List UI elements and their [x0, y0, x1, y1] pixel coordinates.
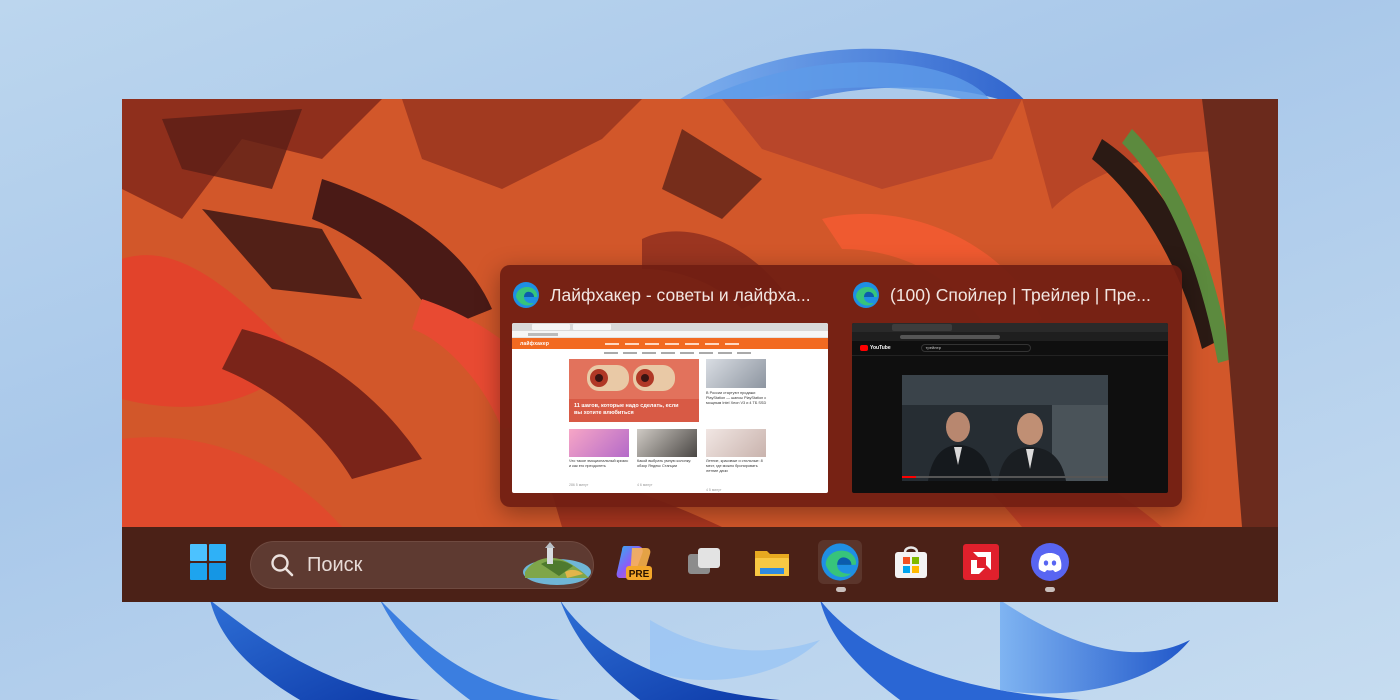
- amd-icon: [963, 544, 999, 580]
- hero-caption: 11 шагов, которые надо сделать, если вы …: [574, 403, 679, 416]
- article-card: Какой выбрать умную колонку: обзор Яндек…: [637, 429, 697, 487]
- taskbar: Поиск PRE: [122, 527, 1278, 602]
- folder-icon: [755, 551, 789, 576]
- article-card: Что такое эмоциональный кризис и как его…: [569, 429, 629, 487]
- video-frame: [902, 375, 1108, 481]
- youtube-search-field: трейлер: [920, 344, 1031, 352]
- task-view-icon: [688, 548, 720, 574]
- card-text: Какой выбрать умную колонку: обзор Яндек…: [637, 459, 692, 468]
- window-thumbnail-youtube[interactable]: (100) Спойлер | Трейлер | Пре... YouTube…: [844, 265, 1184, 507]
- discord-icon: [1031, 543, 1069, 581]
- search-highlight-icon: [523, 542, 591, 585]
- card-meta: 4 5 минут: [706, 488, 722, 492]
- lifehacker-logo: лайфхакер: [520, 340, 550, 347]
- thumbnail-header: (100) Спойлер | Трейлер | Пре...: [852, 281, 1176, 309]
- search-icon: [271, 554, 294, 577]
- card-text: Что такое эмоциональный кризис и как его…: [569, 459, 629, 468]
- binoculars-illustration: [569, 359, 699, 399]
- store-icon: [895, 546, 927, 578]
- microsoft-store-button[interactable]: [889, 540, 933, 584]
- lifehacker-content: 11 шагов, которые надо сделать, если вы …: [512, 357, 828, 493]
- edge-icon: [821, 543, 859, 581]
- thumbnail-header: Лайфхакер - советы и лайфха...: [512, 281, 836, 309]
- lifehacker-page-snapshot: лайфхакер 11 шагов, которые надо сделать…: [512, 323, 828, 493]
- side-article: В России стартуют продажи PlayStation — …: [706, 359, 768, 406]
- edge-running-indicator: [836, 587, 846, 592]
- taskbar-search-box[interactable]: Поиск: [250, 541, 594, 589]
- card-image: [569, 429, 629, 457]
- amd-software-button[interactable]: [959, 540, 1003, 584]
- browser-tab-strip: [512, 323, 828, 331]
- video-player: [902, 375, 1108, 481]
- task-view-button[interactable]: [682, 540, 726, 584]
- copilot-icon: PRE: [616, 546, 652, 580]
- search-placeholder: Поиск: [307, 553, 363, 576]
- card-text: Летние, красивые и стильные: 8 мест, где…: [706, 459, 763, 473]
- card-image: [637, 429, 697, 457]
- discord-button[interactable]: [1028, 540, 1072, 584]
- edge-icon: [513, 282, 539, 308]
- window-title: Лайфхакер - советы и лайфха...: [550, 284, 811, 305]
- side-article-text: В России стартуют продажи PlayStation — …: [706, 391, 767, 405]
- taskbar-preview-flyout: Лайфхакер - советы и лайфха... лайфхакер: [500, 265, 1182, 507]
- card-image: [706, 429, 766, 457]
- console-image: [706, 359, 766, 388]
- window-thumbnail-lifehacker[interactable]: Лайфхакер - советы и лайфха... лайфхакер: [504, 265, 844, 507]
- copilot-pre-badge: PRE: [629, 569, 650, 580]
- lifehacker-nav: [512, 349, 828, 357]
- hero-article: 11 шагов, которые надо сделать, если вы …: [569, 359, 699, 422]
- edge-taskbar-button[interactable]: [818, 540, 862, 584]
- copilot-button[interactable]: PRE: [612, 540, 656, 584]
- desktop-screen: Лайфхакер - советы и лайфха... лайфхакер: [122, 99, 1278, 602]
- browser-address-bar: [512, 331, 828, 338]
- file-explorer-button[interactable]: [750, 540, 794, 584]
- edge-icon: [853, 282, 879, 308]
- card-meta: 4 6 минут: [637, 483, 653, 487]
- browser-address-bar: [852, 332, 1168, 341]
- lifehacker-header: лайфхакер: [512, 338, 828, 349]
- windows-logo-icon: [190, 544, 226, 580]
- youtube-logo: YouTube: [860, 345, 891, 351]
- window-title: (100) Спойлер | Трейлер | Пре...: [890, 284, 1151, 305]
- youtube-header: YouTube трейлер: [852, 341, 1168, 356]
- article-card: Летние, красивые и стильные: 8 мест, где…: [706, 429, 766, 492]
- discord-running-indicator: [1045, 587, 1055, 592]
- youtube-page-snapshot: YouTube трейлер: [852, 323, 1168, 493]
- card-meta: 286 5 минут: [569, 483, 589, 487]
- start-button[interactable]: [186, 540, 230, 584]
- browser-tab-strip: [852, 323, 1168, 332]
